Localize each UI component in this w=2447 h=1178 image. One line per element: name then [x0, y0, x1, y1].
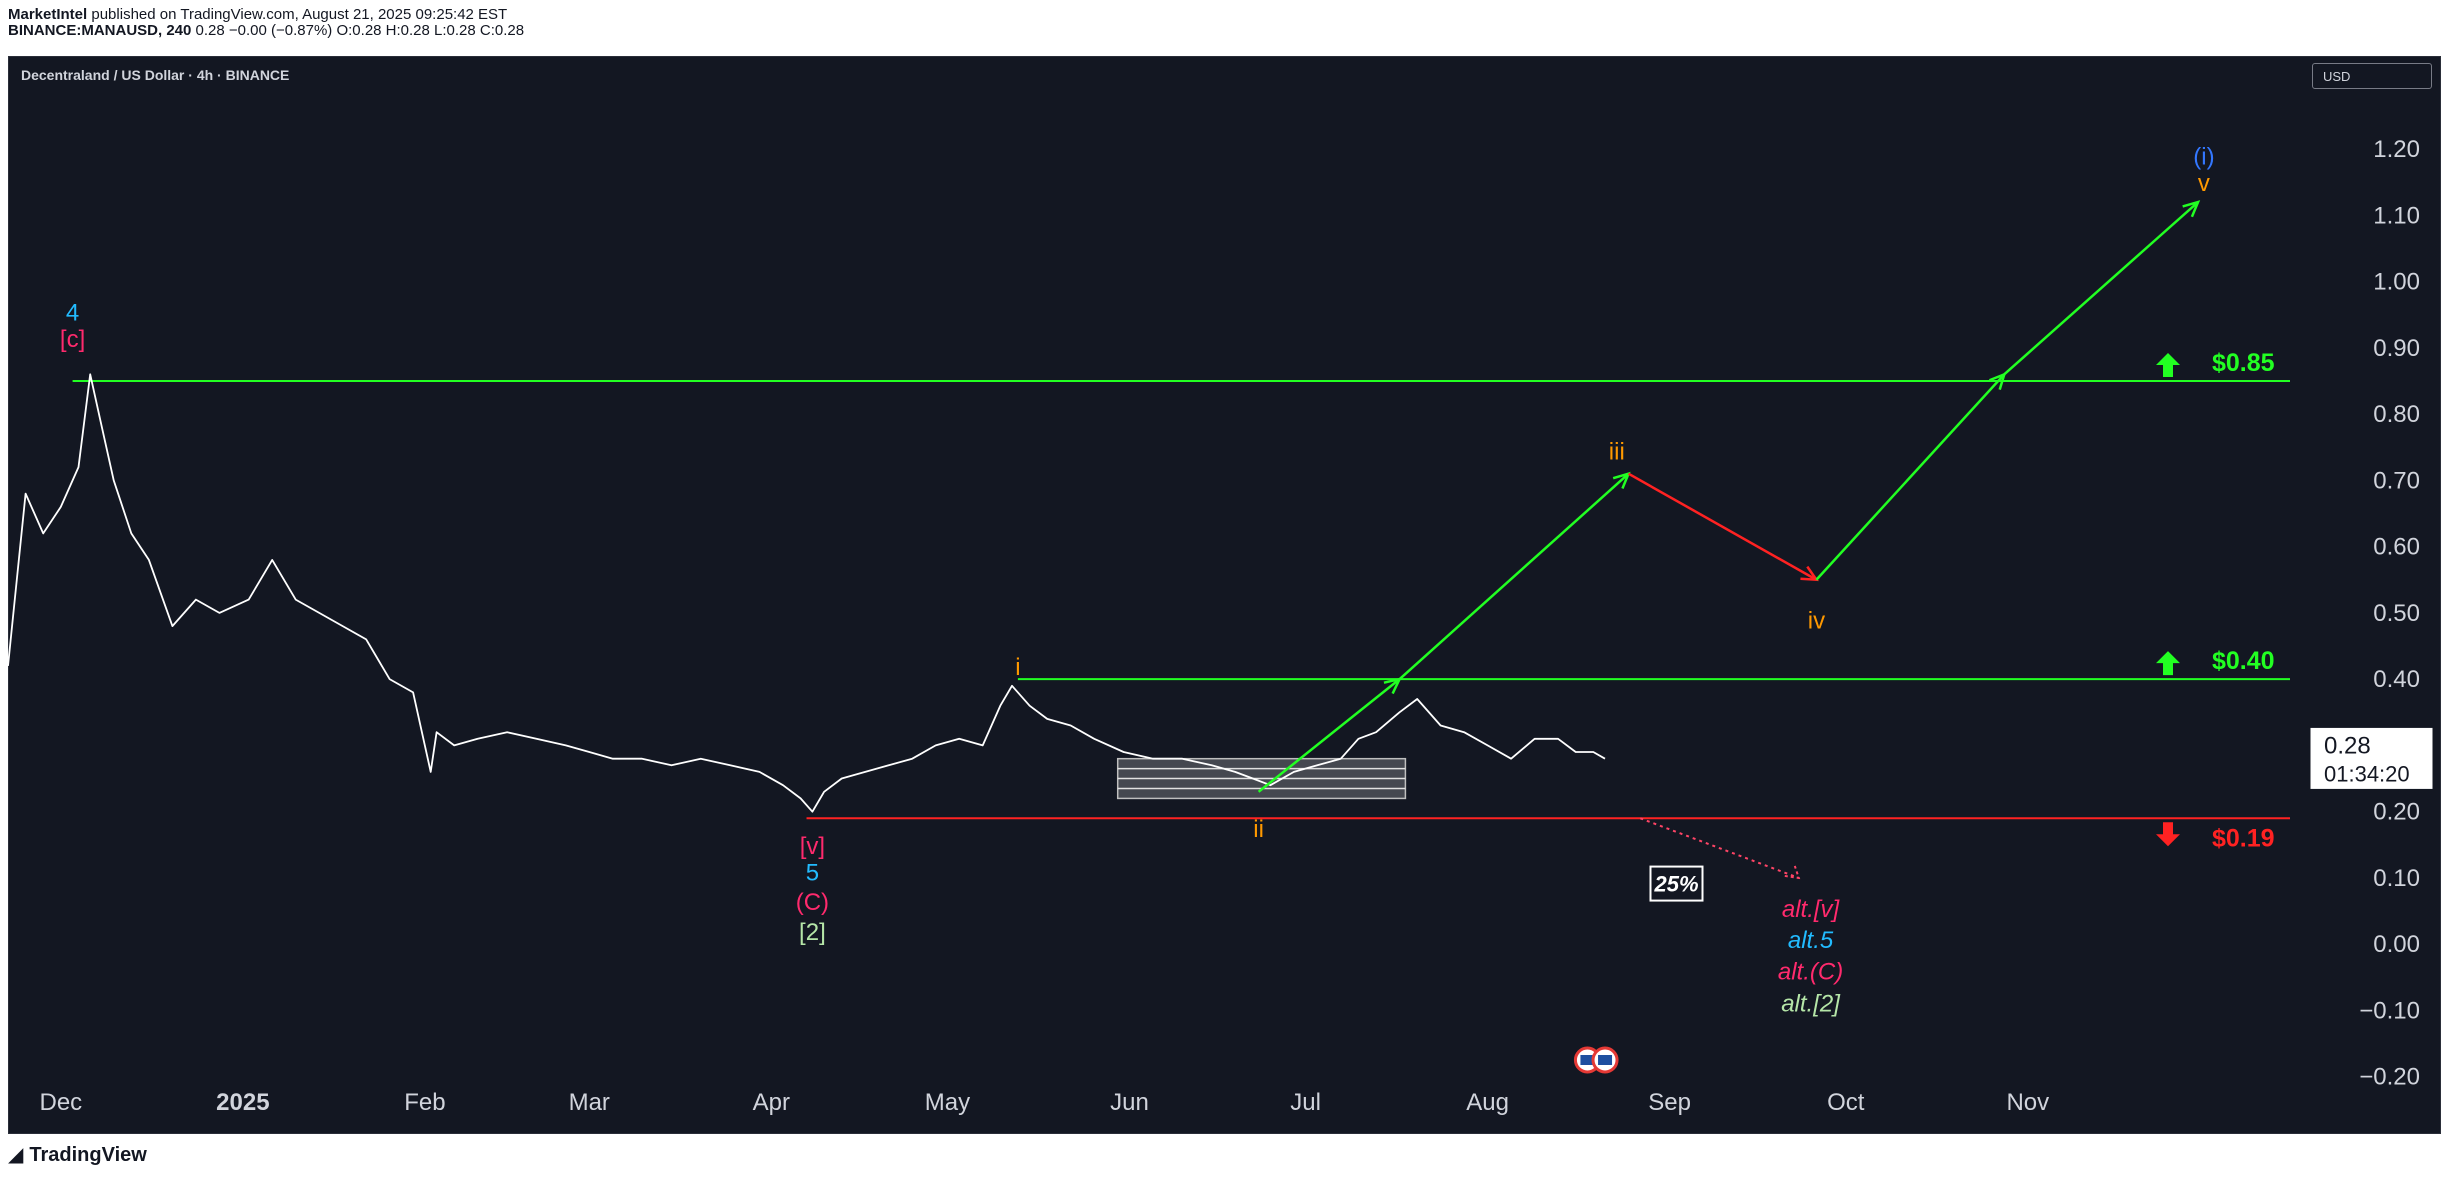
- level-label: $0.85: [2212, 349, 2275, 377]
- y-tick-label: 0.20: [2373, 799, 2420, 826]
- bar-countdown: 01:34:20: [2324, 761, 2410, 786]
- price-series-line: [7, 373, 1606, 813]
- y-tick-label: −0.20: [2359, 1064, 2420, 1091]
- x-tick-label: Sep: [1648, 1089, 1691, 1116]
- x-tick-label: Nov: [2006, 1089, 2049, 1116]
- x-tick-label: Aug: [1466, 1089, 1509, 1116]
- y-tick-label: 0.90: [2373, 335, 2420, 362]
- arrow-up-icon: [2156, 651, 2180, 676]
- y-tick-label: 1.00: [2373, 269, 2420, 296]
- alt-path-arrowhead: [1784, 865, 1801, 880]
- x-tick-label: Apr: [753, 1089, 790, 1116]
- wave-label: [2]: [799, 919, 826, 946]
- wave-label: alt.[v]: [1782, 896, 1841, 923]
- x-tick-label: Mar: [569, 1089, 610, 1116]
- wave-label: i: [1015, 654, 1020, 681]
- wave-label: v: [2198, 170, 2210, 197]
- wave-label: iv: [1808, 608, 1825, 635]
- projection-segment: [1398, 472, 1630, 681]
- y-tick-label: 0.00: [2373, 931, 2420, 958]
- footer-brand[interactable]: ◢ TradingView: [8, 1142, 147, 1167]
- y-tick-label: 0.50: [2373, 600, 2420, 627]
- x-tick-label: Jul: [1290, 1089, 1321, 1116]
- y-tick-label: 0.70: [2373, 467, 2420, 494]
- y-tick-label: 0.40: [2373, 666, 2420, 693]
- y-tick-label: 1.10: [2373, 202, 2420, 229]
- y-tick-label: −0.10: [2359, 997, 2420, 1024]
- wave-label: alt.[2]: [1781, 991, 1841, 1018]
- probability-label: 25%: [1653, 872, 1698, 897]
- wave-label: alt.5: [1788, 927, 1834, 954]
- wave-label: iii: [1609, 439, 1625, 466]
- wave-label: (C): [796, 889, 829, 916]
- x-tick-label: 2025: [216, 1089, 269, 1116]
- projection-segment: [2003, 201, 2199, 376]
- projection-segment: [1627, 472, 1818, 581]
- arrow-down-icon: [2156, 822, 2180, 847]
- price-chart[interactable]: 1.201.101.000.900.800.700.600.500.400.30…: [0, 0, 2447, 1178]
- wave-label: ii: [1253, 816, 1264, 843]
- projection-segment: [1815, 373, 2006, 581]
- tradingview-logo-icon: ◢: [8, 1144, 24, 1166]
- wave-label: (i): [2193, 144, 2214, 171]
- arrow-up-icon: [2156, 352, 2180, 377]
- footer-brand-text: TradingView: [29, 1144, 147, 1166]
- wave-label: 4: [66, 299, 79, 326]
- wave-label: alt.(C): [1778, 959, 1843, 986]
- wave-label: [v]: [800, 833, 825, 860]
- level-label: $0.19: [2212, 824, 2275, 852]
- wave-label: 5: [806, 859, 819, 886]
- last-price-value: 0.28: [2324, 732, 2371, 759]
- x-tick-label: Oct: [1827, 1089, 1865, 1116]
- wave-label: [c]: [60, 326, 85, 353]
- y-tick-label: 1.20: [2373, 136, 2420, 163]
- flag-field: [1598, 1055, 1613, 1065]
- x-tick-label: Feb: [404, 1089, 445, 1116]
- x-tick-label: May: [925, 1089, 970, 1116]
- y-tick-label: 0.60: [2373, 534, 2420, 561]
- x-tick-label: Dec: [39, 1089, 82, 1116]
- level-label: $0.40: [2212, 647, 2275, 675]
- y-tick-label: 0.10: [2373, 865, 2420, 892]
- y-tick-label: 0.80: [2373, 401, 2420, 428]
- x-tick-label: Jun: [1110, 1089, 1149, 1116]
